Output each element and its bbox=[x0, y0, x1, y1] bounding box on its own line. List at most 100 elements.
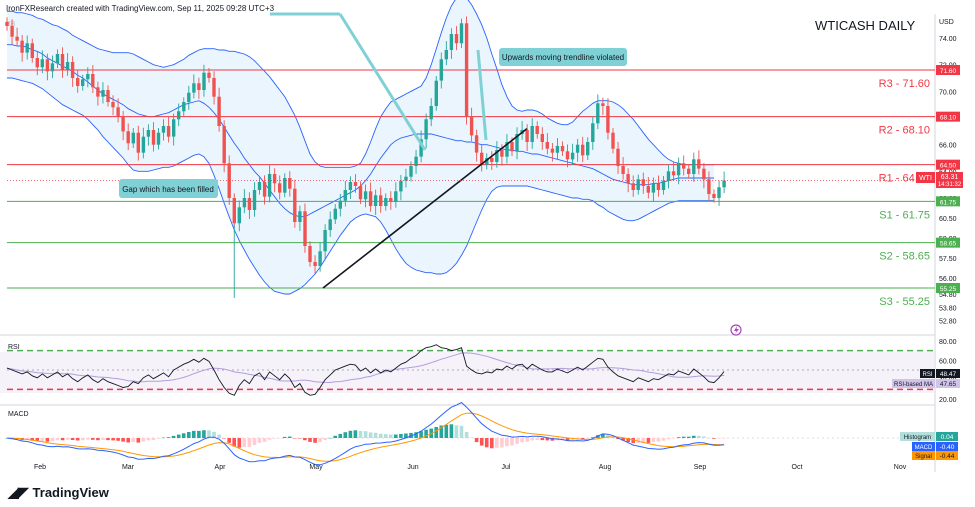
macd-histogram-bar bbox=[495, 438, 499, 448]
macd-histogram-bar bbox=[434, 427, 438, 438]
candle-body bbox=[81, 79, 85, 86]
candle-body bbox=[606, 106, 610, 133]
macd-histogram-bar bbox=[131, 438, 135, 443]
macd-histogram-bar bbox=[257, 438, 262, 443]
macd-histogram-bar bbox=[50, 438, 55, 442]
macd-histogram-bar bbox=[474, 438, 479, 443]
candle-body bbox=[631, 183, 635, 190]
candle-body bbox=[373, 195, 378, 206]
candle-body bbox=[267, 174, 272, 197]
rsi-tick: 80.00 bbox=[939, 339, 957, 346]
macd-histogram-bar bbox=[267, 438, 272, 440]
price-tick: 66.00 bbox=[939, 143, 957, 150]
candle-body bbox=[348, 182, 353, 190]
candle-body bbox=[384, 198, 388, 206]
candle-body bbox=[151, 130, 156, 145]
candle-body bbox=[454, 34, 459, 44]
time-tick: May bbox=[309, 464, 323, 471]
macd-histogram-bar bbox=[363, 431, 368, 438]
candle-body bbox=[242, 198, 247, 208]
macd-histogram-bar bbox=[383, 434, 388, 438]
macd-histogram-bar bbox=[197, 430, 201, 438]
macd-histogram-bar bbox=[449, 424, 454, 438]
price-tick: 54.80 bbox=[939, 292, 957, 299]
candle-body bbox=[550, 148, 555, 153]
candle-body bbox=[262, 182, 267, 197]
candle-body bbox=[303, 211, 307, 246]
macd-histogram-bar bbox=[111, 438, 115, 441]
annotation-gap-filled[interactable]: Gap which has been filled bbox=[119, 179, 218, 198]
candle-body bbox=[702, 168, 706, 180]
macd-histogram-bar bbox=[368, 432, 373, 438]
price-tag-value: 63.31 bbox=[941, 174, 959, 181]
candle-body bbox=[45, 59, 50, 72]
macd-histogram-bar bbox=[343, 432, 348, 438]
candle-body bbox=[616, 148, 620, 166]
candle-body bbox=[232, 198, 236, 224]
candle-body bbox=[555, 146, 560, 153]
candle-body bbox=[20, 40, 24, 53]
macd-histogram-bar bbox=[106, 438, 110, 441]
trading-chart[interactable]: IronFXResearch created with TradingView.… bbox=[0, 0, 975, 507]
macd-histogram-bar bbox=[60, 438, 65, 441]
signal-tag-value: -0.44 bbox=[940, 453, 955, 460]
macd-histogram-bar bbox=[262, 438, 267, 442]
macd-hist-tag-value: 0.04 bbox=[941, 434, 954, 441]
macd-histogram-bar bbox=[333, 435, 337, 438]
macd-histogram-bar bbox=[520, 438, 524, 443]
candle-body bbox=[247, 198, 252, 210]
candle-body bbox=[545, 142, 549, 149]
candle-body bbox=[500, 150, 504, 157]
candle-body bbox=[444, 50, 448, 60]
rsi-tick: 60.00 bbox=[939, 358, 957, 365]
candle-body bbox=[237, 207, 241, 224]
macd-histogram-bar bbox=[697, 435, 701, 438]
rsi-tag-value: 48.47 bbox=[940, 371, 957, 378]
annotation-trendline-violated[interactable]: Upwards moving trendline violated bbox=[499, 48, 627, 66]
macd-histogram-bar bbox=[242, 438, 247, 447]
macd-histogram-bar bbox=[45, 438, 50, 442]
tradingview-logo[interactable]: ◢◤ TradingView bbox=[8, 484, 109, 501]
candle-body bbox=[76, 78, 80, 86]
candle-body bbox=[707, 179, 711, 194]
candle-body bbox=[414, 156, 418, 166]
macd-hist-tag-name: Histogram bbox=[904, 435, 931, 441]
rsi-ma-tag-name: RSI-based MA bbox=[894, 382, 933, 388]
macd-histogram-bar bbox=[187, 432, 191, 438]
macd-histogram-bar bbox=[237, 438, 242, 448]
candle-body bbox=[257, 182, 262, 190]
candle-body bbox=[490, 158, 494, 162]
macd-histogram-bar bbox=[308, 438, 312, 442]
candle-body bbox=[55, 54, 60, 64]
candle-body bbox=[30, 43, 34, 58]
macd-histogram-bar bbox=[454, 425, 459, 438]
macd-histogram-bar bbox=[126, 438, 130, 443]
candle-body bbox=[682, 163, 686, 169]
macd-histogram-bar bbox=[86, 438, 90, 440]
macd-histogram-bar bbox=[712, 438, 716, 439]
candle-body bbox=[172, 119, 176, 137]
candle-body bbox=[192, 83, 196, 93]
candle-body bbox=[379, 195, 383, 206]
candle-body bbox=[661, 180, 666, 190]
candle-body bbox=[136, 132, 140, 153]
macd-histogram-bar bbox=[75, 438, 80, 441]
candle-body bbox=[146, 130, 151, 137]
macd-histogram-bar bbox=[166, 437, 171, 438]
candle-body bbox=[288, 178, 292, 189]
candle-body bbox=[671, 171, 676, 176]
candle-body bbox=[35, 58, 39, 68]
candle-body bbox=[111, 102, 115, 108]
macd-histogram-bar bbox=[681, 436, 686, 438]
candle-body bbox=[636, 179, 640, 190]
time-tick: Apr bbox=[215, 464, 227, 471]
level-tag-0: 71.60 bbox=[940, 68, 957, 75]
candle-body bbox=[161, 126, 166, 133]
macd-histogram-bar bbox=[666, 438, 671, 440]
macd-histogram-bar bbox=[484, 438, 489, 448]
macd-histogram-bar bbox=[389, 434, 393, 438]
macd-histogram-bar bbox=[540, 438, 545, 441]
macd-histogram-bar bbox=[202, 430, 206, 438]
macd-histogram-bar bbox=[525, 438, 529, 442]
candle-body bbox=[91, 74, 95, 88]
